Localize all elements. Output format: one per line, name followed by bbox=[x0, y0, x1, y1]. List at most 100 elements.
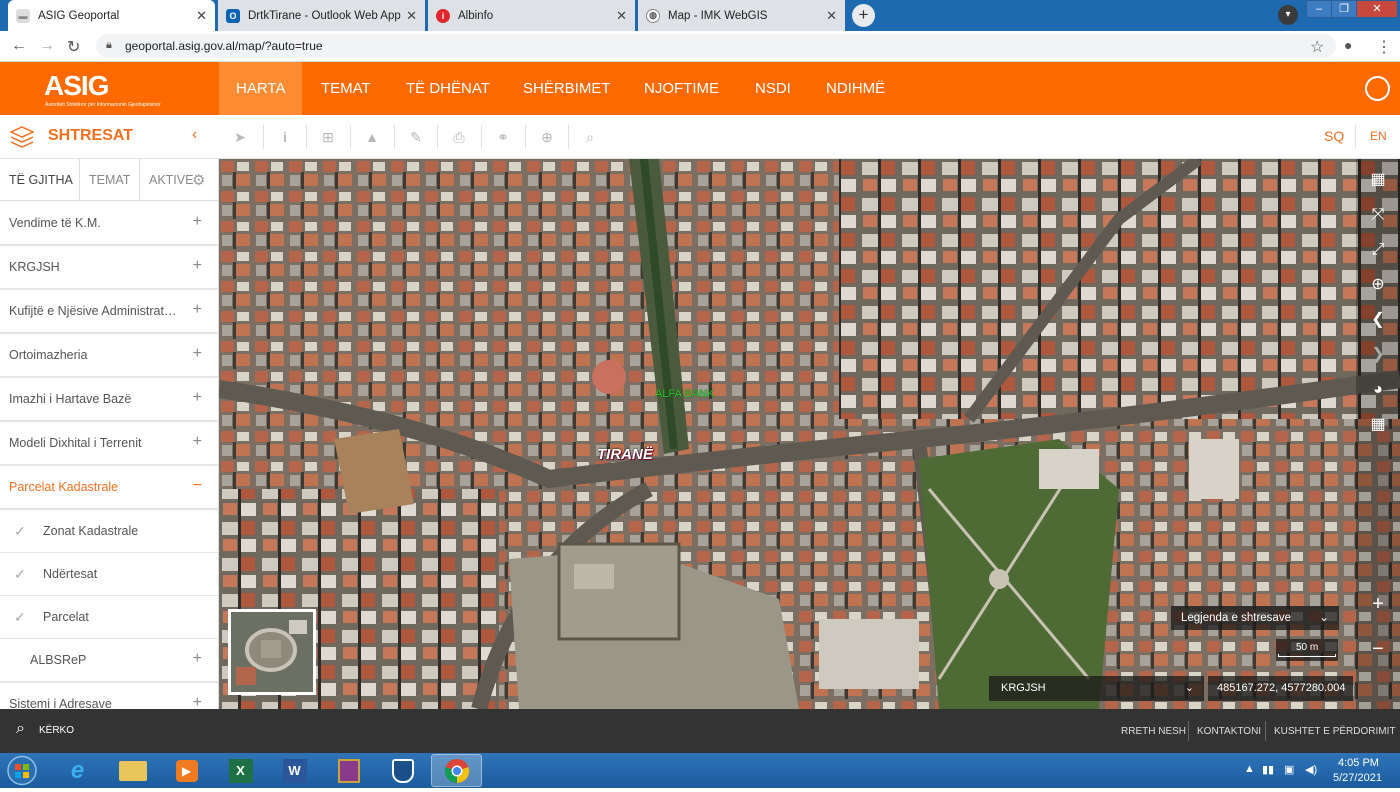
layer-row-imazhi[interactable]: Imazhi i Hartave Bazë + bbox=[0, 378, 218, 422]
more-menu-icon[interactable]: ⋮ bbox=[1376, 37, 1392, 57]
tray-arrow-icon[interactable]: ▲ bbox=[1244, 763, 1255, 775]
close-icon[interactable]: ✕ bbox=[196, 8, 207, 24]
footer-link-contact[interactable]: KONTAKTONI bbox=[1197, 726, 1261, 737]
lang-en-button[interactable]: EN bbox=[1370, 129, 1387, 143]
nav-te-dhenat[interactable]: TË DHËNAT bbox=[389, 62, 507, 115]
check-icon[interactable]: ✓ bbox=[14, 523, 26, 540]
forward-arrow-icon[interactable]: → bbox=[39, 37, 55, 55]
layer-row-krgjsh[interactable]: KRGJSH + bbox=[0, 246, 218, 290]
browser-tab-asig[interactable]: ▬ ASIG Geoportal ✕ bbox=[8, 0, 215, 31]
layer-row-parcelat-kadastrale[interactable]: Parcelat Kadastrale − bbox=[0, 466, 218, 510]
zoom-box-icon[interactable]: ⊕ bbox=[1366, 273, 1390, 297]
browser-tab-imk[interactable]: ◍ Map - IMK WebGIS ✕ bbox=[638, 0, 845, 31]
footer-link-terms[interactable]: KUSHTET E PËRDORIMIT bbox=[1274, 726, 1396, 737]
poi-label[interactable]: ALFA BANK bbox=[655, 388, 714, 400]
close-icon[interactable]: ✕ bbox=[826, 8, 837, 24]
expand-plus-icon[interactable]: + bbox=[193, 389, 202, 407]
info-tool-icon[interactable]: i bbox=[273, 125, 297, 149]
subtab-all[interactable]: TË GJITHA bbox=[0, 159, 80, 201]
expand-plus-icon[interactable]: + bbox=[193, 301, 202, 319]
collapse-panel-icon[interactable]: ‹ bbox=[192, 126, 197, 144]
overview-map[interactable] bbox=[228, 609, 316, 695]
layer-row-kufijte[interactable]: Kufijtë e Njësive Administrative + bbox=[0, 290, 218, 334]
sublayer-row-ndertesat[interactable]: ✓ Ndërtesat bbox=[0, 553, 218, 596]
nav-njoftime[interactable]: NJOFTIME bbox=[627, 62, 736, 115]
print-tool-icon[interactable]: ⎙ bbox=[447, 125, 471, 149]
map-canvas[interactable]: ALFA BANK TIRANË ▦ ⤧ ⤢ ⊕ ❮ ❯ ◕ ▦ + − Leg… bbox=[219, 159, 1400, 709]
browser-tab-outlook[interactable]: O DrtkTirane - Outlook Web App ✕ bbox=[218, 0, 425, 31]
user-account-icon[interactable] bbox=[1365, 76, 1390, 101]
reload-icon[interactable]: ↻ bbox=[67, 37, 80, 57]
nav-nsdi[interactable]: NSDI bbox=[738, 62, 808, 115]
sublayer-row-zonat[interactable]: ✓ Zonat Kadastrale bbox=[0, 510, 218, 553]
crs-select[interactable]: KRGJSH ⌄ bbox=[989, 676, 1204, 701]
subtab-themes[interactable]: TEMAT bbox=[80, 159, 140, 201]
window-close-button[interactable]: ✕ bbox=[1356, 0, 1398, 18]
expand-plus-icon[interactable]: + bbox=[193, 213, 202, 231]
close-icon[interactable]: ✕ bbox=[616, 8, 627, 24]
fullscreen-icon[interactable]: ⤧ bbox=[1366, 203, 1390, 227]
browser-tab-albinfo[interactable]: i Albinfo ✕ bbox=[428, 0, 635, 31]
nav-sherbimet[interactable]: SHËRBIMET bbox=[506, 62, 628, 115]
layer-row-sistemi-adresave[interactable]: Sistemi i Adresave + bbox=[0, 683, 218, 709]
back-arrow-icon[interactable]: ← bbox=[11, 37, 27, 55]
basemap-icon[interactable]: ▦ bbox=[1366, 168, 1390, 192]
edit-tool-icon[interactable]: ✎ bbox=[404, 125, 428, 149]
network-icon[interactable]: ▮▮ bbox=[1262, 763, 1274, 776]
start-button[interactable] bbox=[2, 754, 42, 787]
collapse-minus-icon[interactable]: − bbox=[193, 477, 202, 495]
taskbar-media[interactable]: ▶ bbox=[161, 754, 212, 787]
expand-plus-icon[interactable]: + bbox=[193, 345, 202, 363]
layer-row-modeli[interactable]: Modeli Dixhital i Terrenit + bbox=[0, 422, 218, 466]
volume-icon[interactable]: ◀) bbox=[1305, 763, 1317, 776]
device-icon[interactable]: ▣ bbox=[1284, 763, 1294, 776]
taskbar-winrar[interactable] bbox=[323, 754, 374, 787]
location-tool-icon[interactable]: ⊕ bbox=[535, 125, 559, 149]
clock-date[interactable]: 5/27/2021 bbox=[1333, 772, 1382, 784]
link-tool-icon[interactable]: ⚭ bbox=[491, 125, 515, 149]
asig-logo[interactable]: ASIG bbox=[44, 70, 109, 102]
layer-row-albsrep[interactable]: ALBSReP + bbox=[0, 639, 218, 683]
search-button[interactable]: KËRKO bbox=[39, 725, 74, 736]
zoom-out-icon[interactable]: − bbox=[1366, 637, 1390, 661]
taskbar-excel[interactable]: X bbox=[215, 754, 266, 787]
legend-toggle-button[interactable]: Legjenda e shtresave ⌄ bbox=[1171, 606, 1339, 630]
expand-plus-icon[interactable]: + bbox=[193, 257, 202, 275]
profile-chart-tool-icon[interactable]: ▲ bbox=[360, 125, 384, 149]
subtab-active[interactable]: AKTIVE bbox=[140, 159, 218, 201]
nav-temat[interactable]: TEMAT bbox=[304, 62, 388, 115]
pointer-tool-icon[interactable]: ➤ bbox=[228, 125, 252, 149]
chevron-right-icon[interactable]: ❯ bbox=[1366, 343, 1390, 367]
zoom-in-icon[interactable]: + bbox=[1366, 592, 1390, 616]
url-text[interactable]: geoportal.asig.gov.al/map/?auto=true bbox=[125, 39, 323, 53]
add-layer-tool-icon[interactable]: ⊞ bbox=[316, 125, 340, 149]
new-tab-button[interactable]: + bbox=[852, 4, 875, 27]
lang-sq-button[interactable]: SQ bbox=[1324, 128, 1344, 144]
settings-gear-icon[interactable]: ⚙ bbox=[192, 171, 205, 189]
search-icon[interactable]: ⌕ bbox=[16, 720, 25, 738]
footer-link-about[interactable]: RRETH NESH bbox=[1121, 726, 1186, 737]
nav-harta[interactable]: HARTA bbox=[219, 62, 303, 115]
globe-icon[interactable]: ◕ bbox=[1366, 378, 1390, 402]
profile-icon[interactable]: ● bbox=[1344, 37, 1352, 53]
expand-icon[interactable]: ⤢ bbox=[1366, 238, 1390, 262]
expand-plus-icon[interactable]: + bbox=[193, 694, 202, 709]
clock-time[interactable]: 4:05 PM bbox=[1338, 757, 1379, 769]
tab-search-icon[interactable]: ▾ bbox=[1278, 5, 1298, 25]
taskbar-chrome[interactable] bbox=[431, 754, 482, 787]
layer-row-vendime[interactable]: Vendime të K.M. + bbox=[0, 202, 218, 246]
taskbar-explorer[interactable] bbox=[107, 754, 158, 787]
layer-row-ortoimazheria[interactable]: Ortoimazheria + bbox=[0, 334, 218, 378]
close-icon[interactable]: ✕ bbox=[406, 8, 417, 24]
search-tool-icon[interactable]: ⌕ bbox=[578, 125, 602, 149]
bookmark-star-icon[interactable]: ☆ bbox=[1310, 37, 1324, 57]
url-field[interactable]: 🔒︎ geoportal.asig.gov.al/map/?auto=true bbox=[96, 34, 1336, 58]
chevron-left-icon[interactable]: ❮ bbox=[1366, 308, 1390, 332]
taskbar-word[interactable]: W bbox=[269, 754, 320, 787]
maximize-button[interactable]: ❐ bbox=[1331, 0, 1357, 18]
taskbar-security[interactable] bbox=[377, 754, 428, 787]
grid-icon[interactable]: ▦ bbox=[1366, 413, 1390, 437]
check-icon[interactable]: ✓ bbox=[14, 566, 26, 583]
nav-ndihme[interactable]: NDIHMË bbox=[809, 62, 902, 115]
sublayer-row-parcelat[interactable]: ✓ Parcelat bbox=[0, 596, 218, 639]
